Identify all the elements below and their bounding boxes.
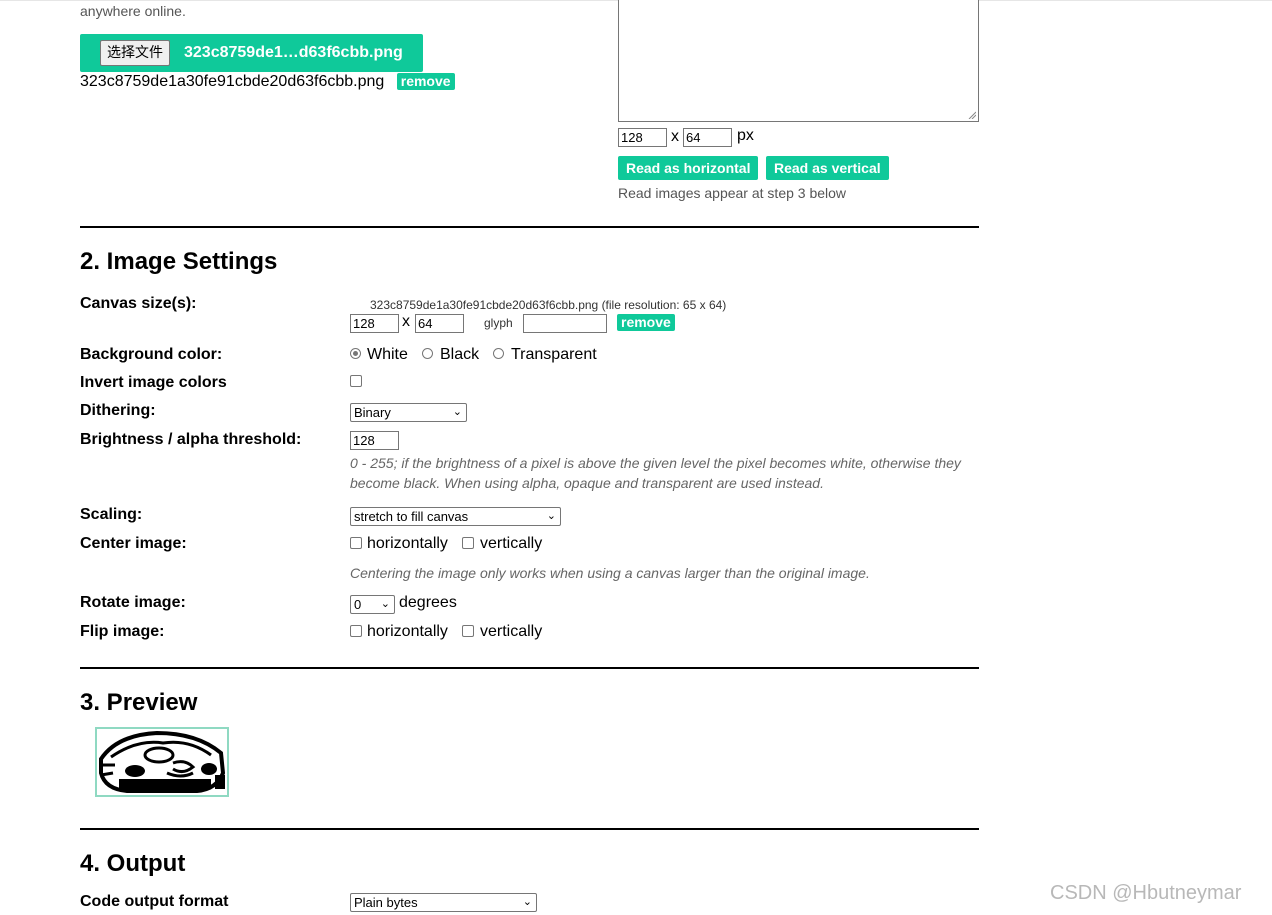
flip-horizontal-label: horizontally xyxy=(367,623,448,640)
section-divider xyxy=(80,828,979,830)
read-width-input[interactable]: 128 xyxy=(618,128,667,147)
flip-image-label: Flip image: xyxy=(80,623,165,640)
scaling-select[interactable]: stretch to fill canvas ⌄ xyxy=(350,507,561,526)
bg-transparent-radio[interactable] xyxy=(493,348,504,359)
rotate-value: 0 xyxy=(354,597,362,612)
canvas-file-line: 323c8759de1a30fe91cbde20d63f6cbb.png (fi… xyxy=(370,298,726,312)
uploaded-file-row: 323c8759de1a30fe91cbde20d63f6cbb.png rem… xyxy=(80,73,455,91)
flip-horizontal-checkbox[interactable] xyxy=(350,625,362,637)
code-output-format-select[interactable]: Plain bytes ⌄ xyxy=(350,893,537,912)
flip-vertical-label: vertically xyxy=(480,623,543,640)
byte-array-textarea[interactable] xyxy=(618,0,979,122)
uploaded-file-name: 323c8759de1a30fe91cbde20d63f6cbb.png xyxy=(80,73,385,90)
glyph-label: glyph xyxy=(484,316,513,330)
brightness-label: Brightness / alpha threshold: xyxy=(80,431,302,448)
glyph-input[interactable] xyxy=(523,314,607,333)
center-image-label: Center image: xyxy=(80,535,187,552)
chosen-file-name: 323c8759de1…d63f6cbb.png xyxy=(184,44,403,61)
bg-white-label: White xyxy=(367,346,408,363)
section-divider xyxy=(80,667,979,669)
section-divider xyxy=(80,226,979,228)
center-vertical-label: vertically xyxy=(480,535,543,552)
rotate-image-label: Rotate image: xyxy=(80,594,186,611)
center-horizontal-checkbox[interactable] xyxy=(350,537,362,549)
watermark: CSDN @Hbutneymar xyxy=(1050,882,1242,904)
canvas-height-input[interactable]: 64 xyxy=(415,314,464,333)
image-settings-heading: 2. Image Settings xyxy=(80,248,278,275)
scaling-value: stretch to fill canvas xyxy=(354,509,469,524)
brightness-hint-2: become black. When using alpha, opaque a… xyxy=(350,475,824,491)
brightness-input[interactable]: 128 xyxy=(350,431,399,450)
canvas-size-x: x xyxy=(402,313,410,330)
canvas-file-resolution: (file resolution: 65 x 64) xyxy=(601,298,727,312)
read-size-unit: px xyxy=(737,127,754,144)
preview-canvas xyxy=(95,727,229,797)
chevron-down-icon: ⌄ xyxy=(452,406,462,418)
dithering-label: Dithering: xyxy=(80,402,156,419)
upload-tagline: anywhere online. xyxy=(80,3,186,19)
chevron-down-icon: ⌄ xyxy=(380,598,390,610)
code-output-format-label: Code output format xyxy=(80,893,229,910)
invert-colors-checkbox[interactable] xyxy=(350,375,362,387)
chevron-down-icon: ⌄ xyxy=(522,896,532,908)
canvas-width-input[interactable]: 128 xyxy=(350,314,399,333)
dithering-select[interactable]: Binary ⌄ xyxy=(350,403,467,422)
read-size-x: x xyxy=(671,128,679,145)
rotate-unit: degrees xyxy=(399,594,457,611)
bg-transparent-label: Transparent xyxy=(511,346,597,363)
flip-vertical-checkbox[interactable] xyxy=(462,625,474,637)
bg-white-radio[interactable] xyxy=(350,348,361,359)
canvas-file-name: 323c8759de1a30fe91cbde20d63f6cbb.png xyxy=(370,298,599,312)
canvas-size-label: Canvas size(s): xyxy=(80,295,197,312)
read-images-note: Read images appear at step 3 below xyxy=(618,185,847,201)
read-vertical-button[interactable]: Read as vertical xyxy=(766,156,889,180)
invert-colors-label: Invert image colors xyxy=(80,374,227,391)
preview-heading: 3. Preview xyxy=(80,689,198,716)
output-heading: 4. Output xyxy=(80,850,186,877)
center-vertical-checkbox[interactable] xyxy=(462,537,474,549)
preview-image xyxy=(99,730,226,793)
center-horizontal-label: horizontally xyxy=(367,535,448,552)
remove-file-button[interactable]: remove xyxy=(396,73,455,90)
scaling-label: Scaling: xyxy=(80,506,143,523)
chevron-down-icon: ⌄ xyxy=(546,510,556,522)
resize-grip-icon[interactable] xyxy=(968,111,976,119)
background-color-label: Background color: xyxy=(80,346,223,363)
brightness-hint-1: 0 - 255; if the brightness of a pixel is… xyxy=(350,455,961,471)
rotate-select[interactable]: 0 ⌄ xyxy=(350,595,395,614)
file-input-bar[interactable]: 选择文件 323c8759de1…d63f6cbb.png xyxy=(80,34,423,72)
read-horizontal-button[interactable]: Read as horizontal xyxy=(618,156,759,180)
choose-file-button[interactable]: 选择文件 xyxy=(100,40,170,66)
center-hint: Centering the image only works when usin… xyxy=(350,565,870,581)
code-output-format-value: Plain bytes xyxy=(354,895,418,910)
dithering-value: Binary xyxy=(354,405,391,420)
bg-black-label: Black xyxy=(440,346,480,363)
read-height-input[interactable]: 64 xyxy=(683,128,732,147)
canvas-remove-button[interactable]: remove xyxy=(617,314,675,331)
bg-black-radio[interactable] xyxy=(422,348,433,359)
